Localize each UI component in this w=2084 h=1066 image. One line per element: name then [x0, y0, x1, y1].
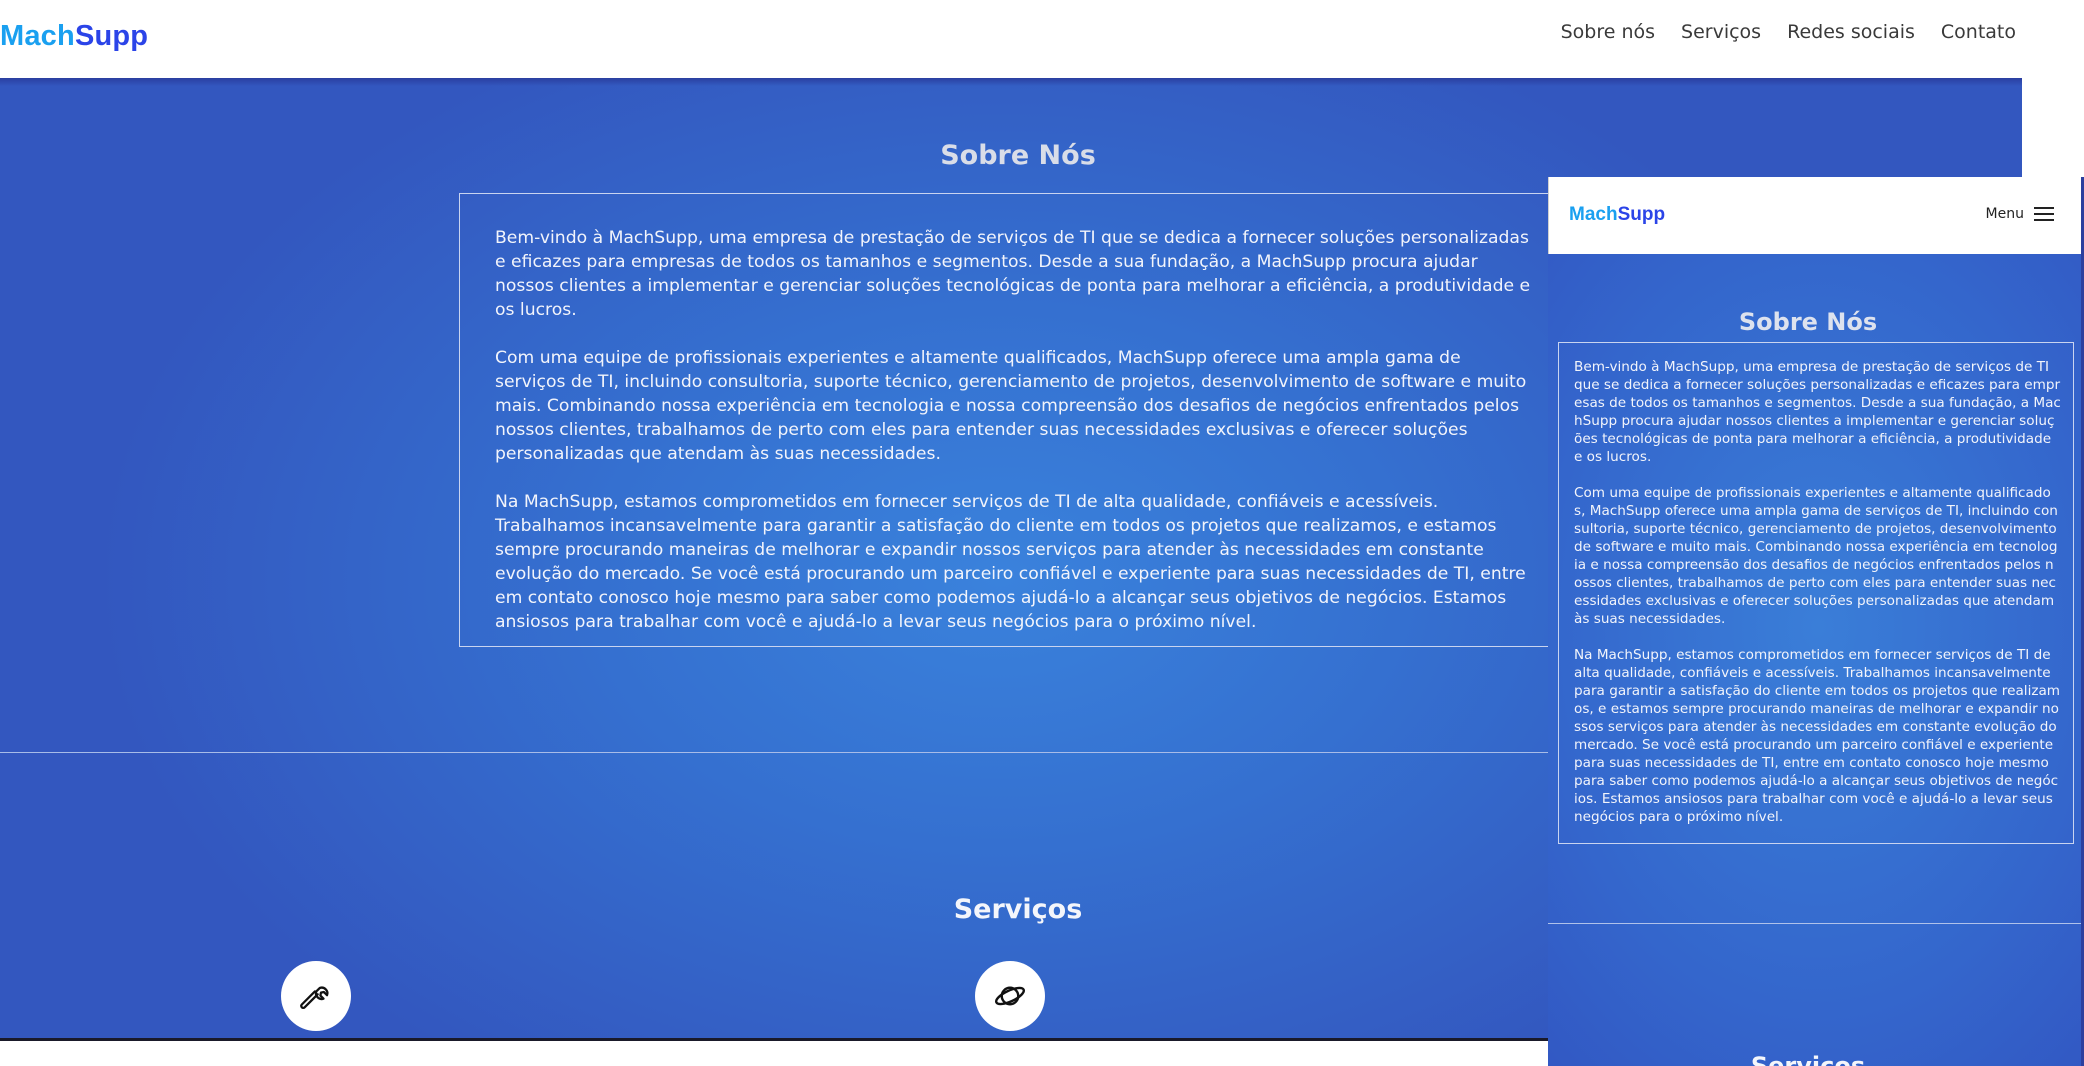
about-title: Sobre Nós	[940, 140, 1096, 171]
section-divider	[0, 752, 1548, 753]
bottom-strip	[0, 1041, 1550, 1066]
mobile-about-paragraph-1: Bem-vindo à MachSupp, uma empresa de pre…	[1574, 359, 2061, 465]
mobile-section-divider	[1548, 923, 2084, 924]
mobile-header: MachSupp Menu	[1548, 177, 2084, 254]
mobile-about-text-box: Bem-vindo à MachSupp, uma empresa de pre…	[1558, 342, 2074, 844]
mobile-services-title: Serviços	[1750, 1052, 1866, 1066]
about-paragraph-1: Bem-vindo à MachSupp, uma empresa de pre…	[495, 228, 1531, 320]
about-text-box: Bem-vindo à MachSupp, uma empresa de pre…	[459, 193, 1569, 647]
mobile-about-title: Sobre Nós	[1738, 308, 1878, 336]
about-paragraph-2: Com uma equipe de profissionais experien…	[495, 348, 1527, 464]
hamburger-icon	[2034, 207, 2054, 221]
about-paragraph-3: Na MachSupp, estamos comprometidos em fo…	[495, 492, 1526, 632]
site-header: MachSupp Sobre nós Serviços Redes sociai…	[0, 0, 2084, 78]
mobile-preview: MachSupp Menu Sobre Nós Bem-vindo à Mach…	[1548, 177, 2084, 1066]
mobile-about-paragraph-2: Com uma equipe de profissionais experien…	[1574, 485, 2058, 627]
nav-link-servicos[interactable]: Serviços	[1681, 21, 1761, 43]
site-logo[interactable]: MachSupp	[0, 20, 148, 53]
mobile-about-paragraph-3: Na MachSupp, estamos comprometidos em fo…	[1574, 647, 2061, 825]
planet-icon	[975, 961, 1045, 1031]
main-nav: Sobre nós Serviços Redes sociais Contato	[1535, 21, 2016, 43]
menu-label: Menu	[1985, 206, 2024, 222]
mobile-logo[interactable]: MachSupp	[1569, 204, 1665, 226]
nav-link-contato[interactable]: Contato	[1941, 21, 2016, 43]
mobile-menu-button[interactable]: Menu	[1986, 206, 2054, 222]
wrench-icon	[281, 961, 351, 1031]
nav-link-sobre-nos[interactable]: Sobre nós	[1561, 21, 1655, 43]
nav-link-redes-sociais[interactable]: Redes sociais	[1787, 21, 1915, 43]
